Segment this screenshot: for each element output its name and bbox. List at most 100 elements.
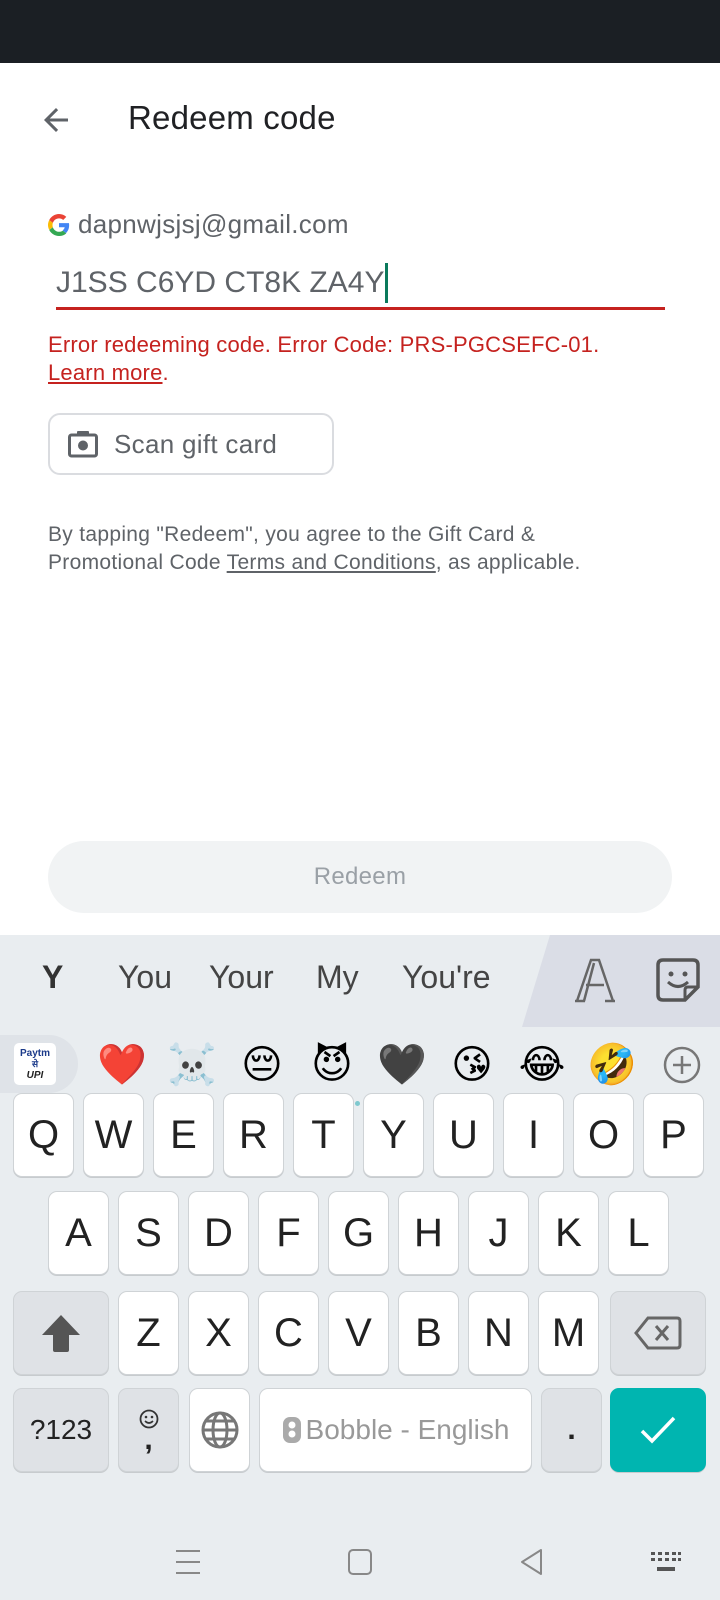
paytm-text: Paytm xyxy=(19,1047,50,1059)
key-x[interactable]: X xyxy=(188,1291,249,1375)
comma-key-label: , xyxy=(144,1423,153,1456)
google-g-icon xyxy=(48,213,70,236)
key-n[interactable]: N xyxy=(468,1291,529,1375)
key-h[interactable]: H xyxy=(398,1191,459,1275)
key-label: Q xyxy=(27,1112,60,1157)
key-v[interactable]: V xyxy=(328,1291,389,1375)
menu-icon[interactable] xyxy=(163,1537,213,1587)
suggestion-item[interactable]: Your xyxy=(209,959,274,996)
key-label: Z xyxy=(136,1310,161,1355)
paytm-upi-button[interactable]: Paytm से UPI xyxy=(0,1035,78,1093)
key-label: G xyxy=(342,1210,375,1255)
key-c[interactable]: C xyxy=(258,1291,319,1375)
key-label: X xyxy=(205,1310,232,1355)
plus-circle-icon[interactable] xyxy=(656,1039,708,1091)
key-label: J xyxy=(488,1210,509,1255)
bobble-logo-icon xyxy=(282,1417,301,1443)
language-key[interactable] xyxy=(189,1388,250,1472)
key-s[interactable]: S xyxy=(118,1191,179,1275)
key-label: S xyxy=(135,1210,162,1255)
key-f[interactable]: F xyxy=(258,1191,319,1275)
key-k[interactable]: K xyxy=(538,1191,599,1275)
key-label: K xyxy=(555,1210,582,1255)
key-p[interactable]: P xyxy=(643,1093,704,1177)
redeem-button[interactable]: Redeem xyxy=(48,841,672,913)
emoji-rofl[interactable]: 🤣 xyxy=(586,1039,638,1091)
key-u[interactable]: U xyxy=(433,1093,494,1177)
key-j[interactable]: J xyxy=(468,1191,529,1275)
terms-link[interactable]: Terms and Conditions xyxy=(227,551,436,574)
space-key[interactable]: Bobble - English xyxy=(259,1388,532,1472)
key-label: T xyxy=(311,1112,336,1157)
arrow-left-icon xyxy=(44,108,68,132)
suggestion-item[interactable]: My xyxy=(316,959,359,996)
emoji-row: Paytm से UPI ❤️ ☠️ 😔 😈 🖤 😘 😂 🤣 xyxy=(0,1033,720,1095)
key-g[interactable]: G xyxy=(328,1191,389,1275)
scan-gift-card-button[interactable]: Scan gift card xyxy=(48,413,334,475)
emoji-skull-crossbones[interactable]: ☠️ xyxy=(166,1039,218,1091)
font-style-icon[interactable] xyxy=(570,955,620,1005)
back-button[interactable] xyxy=(34,98,78,142)
emoji-kissing-heart[interactable]: 😘 xyxy=(446,1039,498,1091)
emoji-pensive[interactable]: 😔 xyxy=(236,1039,288,1091)
key-m[interactable]: M xyxy=(538,1291,599,1375)
terms-text: By tapping "Redeem", you agree to the Gi… xyxy=(48,521,608,577)
key-d[interactable]: D xyxy=(188,1191,249,1275)
key-label: R xyxy=(239,1112,268,1157)
home-square-icon[interactable] xyxy=(335,1537,385,1587)
emoji-heart[interactable]: ❤️ xyxy=(96,1039,148,1091)
paytm-mid-text: से xyxy=(31,1058,39,1069)
key-label: H xyxy=(414,1210,443,1255)
space-key-label: Bobble - English xyxy=(305,1414,510,1445)
key-l[interactable]: L xyxy=(608,1191,669,1275)
key-label: L xyxy=(627,1210,650,1255)
key-e[interactable]: E xyxy=(153,1093,214,1177)
navigation-bar xyxy=(0,1525,720,1600)
backspace-key[interactable] xyxy=(610,1291,706,1375)
key-q[interactable]: Q xyxy=(13,1093,74,1177)
key-z[interactable]: Z xyxy=(118,1291,179,1375)
key-o[interactable]: O xyxy=(573,1093,634,1177)
enter-done-key[interactable] xyxy=(610,1388,706,1472)
code-input[interactable]: J1SS C6YD CT8K ZA4Y xyxy=(56,258,665,310)
emoji-comma-key[interactable]: , xyxy=(118,1388,179,1472)
learn-more-link[interactable]: Learn more xyxy=(48,360,163,385)
scan-gift-card-label: Scan gift card xyxy=(114,428,278,459)
key-label: U xyxy=(449,1112,478,1157)
key-label: D xyxy=(204,1210,233,1255)
key-y[interactable]: Y xyxy=(363,1093,424,1177)
key-w[interactable]: W xyxy=(83,1093,144,1177)
suggestion-item[interactable]: You're xyxy=(402,959,491,996)
key-t[interactable]: T xyxy=(293,1093,354,1177)
status-bar xyxy=(0,0,720,63)
emoji-smiling-imp[interactable]: 😈 xyxy=(306,1039,358,1091)
key-i[interactable]: I xyxy=(503,1093,564,1177)
globe-icon xyxy=(201,1411,238,1449)
error-text: Error redeeming code. Error Code: PRS-PG… xyxy=(48,332,600,357)
key-label: F xyxy=(276,1210,301,1255)
keyboard: Y You Your My You're Paytm से UPI ❤️ ☠️ … xyxy=(0,935,720,1600)
symbols-key[interactable]: ?123 xyxy=(13,1388,109,1472)
suggestion-item[interactable]: You xyxy=(118,959,172,996)
key-label: P xyxy=(660,1112,687,1157)
upi-text: UPI xyxy=(26,1069,44,1081)
suggestion-bar: Y You Your My You're xyxy=(0,935,720,1027)
key-label: V xyxy=(345,1310,372,1355)
emoji-joy[interactable]: 😂 xyxy=(516,1039,568,1091)
key-a[interactable]: A xyxy=(48,1191,109,1275)
key-r[interactable]: R xyxy=(223,1093,284,1177)
page-title: Redeem code xyxy=(128,99,336,136)
shift-key[interactable] xyxy=(13,1291,109,1375)
key-label: B xyxy=(415,1310,442,1355)
sticker-icon[interactable] xyxy=(653,955,703,1005)
emoji-black-heart[interactable]: 🖤 xyxy=(376,1039,428,1091)
key-label: E xyxy=(170,1112,197,1157)
period-key[interactable]: . xyxy=(541,1388,602,1472)
code-input-value: J1SS C6YD CT8K ZA4Y xyxy=(56,265,385,299)
key-label: Y xyxy=(380,1112,407,1157)
keyboard-hide-icon[interactable] xyxy=(641,1537,691,1587)
suggestion-item[interactable]: Y xyxy=(42,959,63,996)
key-b[interactable]: B xyxy=(398,1291,459,1375)
back-triangle-icon[interactable] xyxy=(507,1537,557,1587)
error-message: Error redeeming code. Error Code: PRS-PG… xyxy=(48,331,688,387)
